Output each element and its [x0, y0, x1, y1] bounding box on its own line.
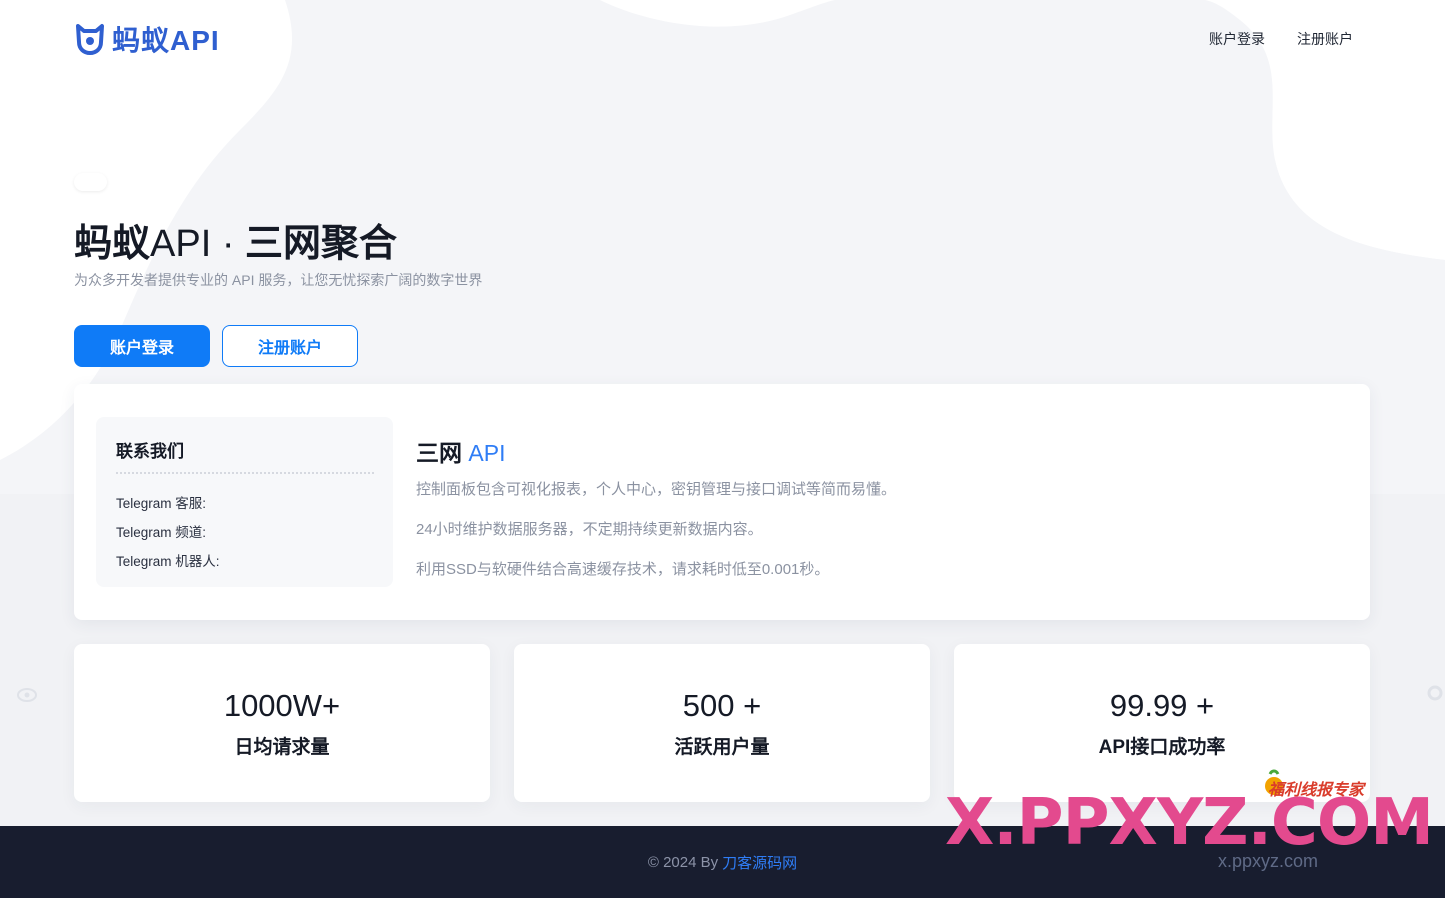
info-description: 三网 API 控制面板包含可视化报表，个人中心，密钥管理与接口调试等简而易懂。 …	[416, 434, 896, 585]
info-card: 联系我们 Telegram 客服: Telegram 频道: Telegram …	[74, 384, 1370, 620]
hero-title: 蚂蚁API · 三网聚合	[74, 212, 397, 267]
stat-label: API接口成功率	[1098, 737, 1226, 758]
contact-item-telegram-support: Telegram 客服:	[116, 496, 207, 511]
watermark-text: X.PPXYZ.COM	[945, 786, 1434, 860]
contact-title: 联系我们	[116, 442, 184, 461]
contact-item-telegram-channel: Telegram 频道:	[116, 525, 207, 540]
contact-box: 联系我们 Telegram 客服: Telegram 频道: Telegram …	[96, 417, 393, 587]
hero-title-light: API ·	[150, 223, 246, 265]
top-nav: 账户登录 注册账户	[1209, 29, 1353, 49]
hero-title-bold-2: 三网聚合	[245, 223, 398, 265]
footer-copyright: © 2024 By	[647, 853, 719, 871]
stat-label: 活跃用户量	[674, 737, 770, 758]
hero-title-bold: 蚂蚁	[74, 223, 151, 265]
brand-logo[interactable]: 蚂蚁API	[74, 20, 220, 58]
info-line-maintenance: 24小时维护数据服务器，不定期持续更新数据内容。	[416, 521, 763, 538]
register-button[interactable]: 注册账户	[222, 325, 358, 367]
hero-subtitle: 为众多开发者提供专业的 API 服务，让您无忧探索广阔的数字世界	[74, 272, 483, 288]
info-line-performance: 利用SSD与软硬件结合高速缓存技术，请求耗时低至0.001秒。	[416, 561, 830, 578]
footer-link[interactable]: 刀客源码网	[722, 852, 797, 873]
contact-divider	[116, 472, 374, 474]
stat-label: 日均请求量	[234, 737, 330, 758]
info-heading-main: 三网	[416, 440, 469, 466]
gear-icon	[1427, 685, 1443, 701]
contact-list: Telegram 客服: Telegram 频道: Telegram 机器人:	[116, 492, 373, 579]
hero-badge	[74, 173, 107, 191]
stat-value: 500 +	[682, 688, 762, 723]
stat-value: 99.99 +	[1109, 688, 1215, 723]
contact-item-telegram-bot: Telegram 机器人:	[116, 554, 220, 569]
info-line-dashboard: 控制面板包含可视化报表，个人中心，密钥管理与接口调试等简而易懂。	[416, 481, 897, 498]
eye-icon	[17, 688, 37, 702]
stat-value: 1000W+	[223, 688, 341, 723]
ant-logo-icon	[76, 24, 104, 55]
info-heading-accent: API	[468, 440, 506, 466]
info-heading: 三网 API	[416, 434, 896, 468]
brand-logo-text: 蚂蚁API	[112, 25, 220, 56]
watermark-subtext: x.ppxyz.com	[1218, 851, 1319, 871]
stat-card-daily-requests: 1000W+ 日均请求量	[74, 644, 490, 802]
stat-card-active-users: 500 + 活跃用户量	[514, 644, 930, 802]
nav-register-link[interactable]: 注册账户	[1297, 29, 1353, 49]
login-button[interactable]: 账户登录	[74, 325, 210, 367]
nav-login-link[interactable]: 账户登录	[1209, 29, 1265, 49]
